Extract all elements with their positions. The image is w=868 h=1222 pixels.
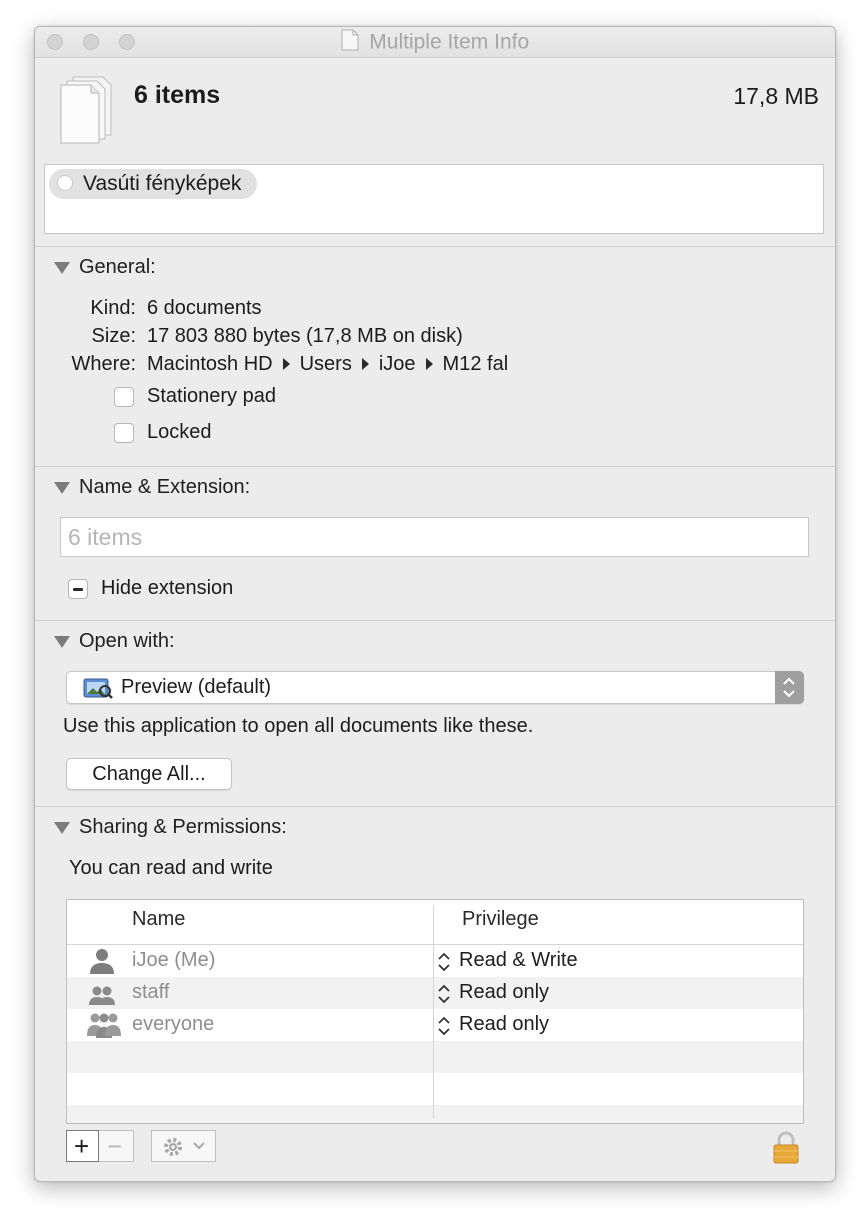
everyone-icon [87, 1012, 121, 1043]
window-title: Multiple Item Info [369, 30, 530, 54]
group-icon [87, 980, 117, 1011]
minus-icon: − [107, 1131, 123, 1161]
tag-label: Vasúti fényképek [83, 172, 242, 195]
locked-label[interactable]: Locked [147, 421, 212, 444]
multiple-documents-icon [57, 75, 121, 150]
popup-arrows-icon [775, 671, 804, 704]
open-with-selected: Preview (default) [121, 676, 272, 698]
tag-token[interactable]: Vasúti fényképek [49, 169, 258, 199]
open-with-description: Use this application to open all documen… [63, 715, 534, 737]
preview-app-icon [83, 676, 113, 705]
mixed-state-icon [73, 588, 83, 591]
section-title-general[interactable]: General: [79, 256, 156, 279]
size-value: 17 803 880 bytes (17,8 MB on disk) [147, 325, 463, 347]
locked-checkbox[interactable] [114, 423, 134, 443]
disclosure-triangle-name-extension[interactable] [54, 482, 70, 494]
stepper-icon[interactable] [437, 951, 451, 978]
size-label: Size: [91, 325, 136, 347]
disclosure-triangle-open-with[interactable] [54, 636, 70, 648]
title-bar[interactable]: Multiple Item Info [35, 27, 835, 58]
window-title-wrap: Multiple Item Info [35, 29, 835, 56]
change-all-button[interactable]: Change All... [66, 758, 232, 790]
tag-color-dot [57, 175, 73, 191]
user-name: staff [132, 981, 170, 1003]
table-row[interactable]: staff Read only [67, 977, 803, 1011]
user-icon [87, 948, 117, 979]
hide-extension-checkbox[interactable] [68, 579, 88, 599]
kind-value: 6 documents [147, 297, 262, 319]
column-header-privilege[interactable]: Privilege [462, 908, 539, 931]
section-title-name-extension[interactable]: Name & Extension: [79, 476, 250, 499]
item-count: 6 items [134, 81, 221, 109]
add-user-button[interactable]: + [66, 1130, 99, 1162]
path-separator-icon [361, 357, 369, 370]
section-title-sharing[interactable]: Sharing & Permissions: [79, 816, 287, 839]
table-row [67, 1041, 803, 1073]
stepper-icon[interactable] [437, 1015, 451, 1042]
document-icon [341, 29, 359, 56]
column-divider [433, 905, 434, 1118]
chevron-down-icon [192, 1139, 206, 1158]
info-window: Multiple Item Info 6 items 17,8 MB Vasút… [34, 26, 836, 1182]
table-row[interactable]: everyone Read only [67, 1009, 803, 1043]
name-field[interactable]: 6 items [60, 517, 809, 557]
section-divider [35, 466, 835, 467]
stationery-pad-label[interactable]: Stationery pad [147, 385, 276, 408]
path-separator-icon [282, 357, 290, 370]
section-divider [35, 246, 835, 247]
user-name: iJoe (Me) [132, 949, 216, 971]
stepper-icon[interactable] [437, 983, 451, 1010]
path-segment: Users [299, 353, 352, 375]
table-row [67, 1073, 803, 1105]
remove-user-button[interactable]: − [99, 1130, 134, 1162]
section-divider [35, 806, 835, 807]
plus-icon: + [74, 1131, 90, 1161]
disclosure-triangle-sharing[interactable] [54, 822, 70, 834]
table-row [67, 1105, 803, 1123]
user-name: everyone [132, 1013, 215, 1035]
stationery-pad-checkbox[interactable] [114, 387, 134, 407]
path-segment: iJoe [378, 353, 416, 375]
privilege-value[interactable]: Read & Write [459, 949, 578, 972]
column-header-name[interactable]: Name [132, 908, 185, 931]
privilege-value[interactable]: Read only [459, 1013, 549, 1036]
privilege-value[interactable]: Read only [459, 981, 549, 1004]
lock-icon[interactable] [771, 1130, 801, 1169]
path-segment: M12 fal [442, 353, 509, 375]
permission-status: You can read and write [69, 857, 273, 879]
where-path: Macintosh HD Users iJoe M12 fal [147, 353, 508, 376]
where-label: Where: [71, 353, 136, 375]
table-row[interactable]: iJoe (Me) Read & Write [67, 945, 803, 979]
gear-icon [161, 1135, 187, 1164]
path-segment: Macintosh HD [147, 353, 273, 375]
total-size: 17,8 MB [733, 83, 819, 109]
hide-extension-label[interactable]: Hide extension [101, 577, 233, 600]
tags-field[interactable]: Vasúti fényképek [44, 164, 824, 234]
action-menu-button[interactable] [151, 1130, 216, 1162]
path-separator-icon [425, 357, 433, 370]
section-divider [35, 620, 835, 621]
permissions-table[interactable]: Name Privilege iJoe (Me) Read & Write st… [66, 899, 804, 1124]
kind-label: Kind: [90, 297, 136, 319]
section-title-open-with[interactable]: Open with: [79, 630, 175, 653]
open-with-popup[interactable]: Preview (default) [66, 671, 804, 704]
disclosure-triangle-general[interactable] [54, 262, 70, 274]
